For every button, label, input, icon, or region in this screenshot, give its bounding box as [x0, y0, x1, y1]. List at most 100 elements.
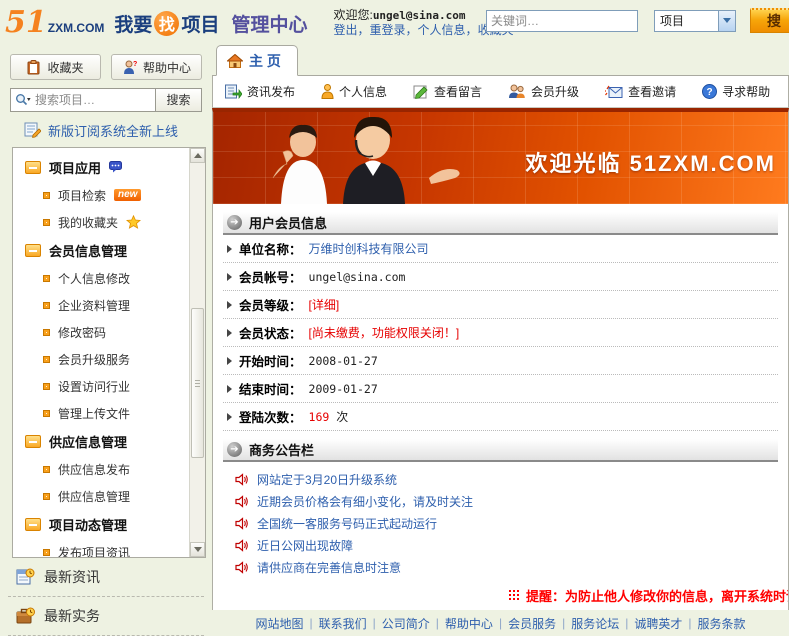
menu-group-member-info[interactable]: 会员信息管理: [13, 236, 189, 265]
logout-link[interactable]: 登出: [333, 23, 357, 37]
latest-practice-button[interactable]: 最新实务: [0, 597, 212, 632]
toolbar-personal-info[interactable]: 个人信息: [321, 83, 387, 100]
latest-news-button[interactable]: 最新资讯: [0, 558, 212, 593]
search-icon: [15, 93, 31, 107]
sidebar-item-manage-uploads[interactable]: 管理上传文件: [13, 400, 189, 427]
folder-icon: [25, 518, 41, 531]
message-pencil-icon: [413, 84, 429, 99]
main-area: 主 页 首页|资讯|项目|实务|论坛 资讯发布 个人信息 查看留言: [212, 46, 789, 636]
footer-help[interactable]: 帮助中心: [445, 615, 493, 632]
sidebar-search-button[interactable]: 搜索: [156, 88, 202, 112]
help-center-button[interactable]: ? 帮助中心: [111, 54, 202, 80]
sidebar-item-upgrade-service[interactable]: 会员升级服务: [13, 346, 189, 373]
announcement-link[interactable]: 近期会员价格会有细小变化，请及时关注: [223, 490, 778, 512]
announcement-link[interactable]: 近日公网出现故障: [223, 534, 778, 556]
banner-photo: [243, 108, 473, 204]
member-center-page: 51 ZXM.COM 我要 找 项目 管理中心 欢迎您:ungel@sina.c…: [0, 0, 789, 636]
company-name-link[interactable]: 万维时创科技有限公司: [309, 240, 429, 257]
sidebar-search: 搜索: [10, 88, 202, 112]
sidebar-item-company-data[interactable]: 企业资料管理: [13, 292, 189, 319]
row-company-name: 单位名称： 万维时创科技有限公司: [223, 235, 778, 263]
row-member-status: 会员状态： [尚未缴费，功能权限关闭！]: [223, 319, 778, 347]
footer-terms[interactable]: 服务条款: [697, 615, 745, 632]
header-search: 项目 搜 索: [486, 8, 789, 33]
search-category-select[interactable]: 项目: [654, 10, 736, 32]
row-member-account: 会员帐号： ungel@sina.com: [223, 263, 778, 291]
toolbar-member-upgrade[interactable]: 会员升级: [508, 83, 579, 100]
header-search-button[interactable]: 搜 索: [750, 8, 789, 33]
triangle-bullet-icon: [227, 357, 232, 365]
bullet-icon: [43, 493, 50, 500]
menu-group-project-apps[interactable]: 项目应用: [13, 153, 189, 182]
footer-sitemap[interactable]: 网站地图: [256, 615, 304, 632]
speech-bubble-icon: [109, 161, 123, 173]
members-icon: [508, 84, 526, 99]
sidebar-menu-panel: 项目应用 项目检索new 我的收藏夹 会员信息管理 个人信息修改 企业资料管理 …: [12, 147, 206, 558]
site-logo[interactable]: 51 ZXM.COM 我要 找 项目 管理中心: [5, 8, 307, 38]
footer-contact[interactable]: 联系我们: [319, 615, 367, 632]
announcement-link[interactable]: 请供应商在完善信息时注意: [223, 556, 778, 578]
tab-home[interactable]: 主 页: [216, 45, 298, 76]
member-level-detail-link[interactable]: [详细]: [309, 296, 340, 313]
footer-jobs[interactable]: 诚聘英才: [634, 615, 682, 632]
footer: 网站地图|联系我们|公司简介|帮助中心|会员服务|服务论坛|诚聘英才|服务条款: [212, 610, 789, 636]
sidebar-scrollbar[interactable]: [189, 148, 205, 557]
menu-group-project-news[interactable]: 项目动态管理: [13, 510, 189, 539]
news-clock-icon: [16, 568, 35, 586]
toolbar-news-publish[interactable]: 资讯发布: [225, 83, 295, 100]
relogin-link[interactable]: 重登录: [370, 23, 406, 37]
profile-link[interactable]: 个人信息: [418, 23, 466, 37]
person-icon: [321, 84, 334, 99]
section-business-board: ➔ 商务公告栏: [223, 439, 778, 462]
row-login-count: 登陆次数： 169 次: [223, 403, 778, 431]
speaker-icon: [235, 517, 248, 530]
bullet-icon: [43, 275, 50, 282]
sidebar-item-change-password[interactable]: 修改密码: [13, 319, 189, 346]
sidebar-menu: 项目应用 项目检索new 我的收藏夹 会员信息管理 个人信息修改 企业资料管理 …: [13, 148, 189, 557]
sidebar-item-supply-publish[interactable]: 供应信息发布: [13, 456, 189, 483]
section-user-info: ➔ 用户会员信息: [223, 212, 778, 235]
project-search-input[interactable]: [35, 93, 151, 107]
business-board: ➔ 商务公告栏 网站定于3月20日升级系统 近期会员价格会有细小变化，请及时关注: [223, 439, 778, 605]
login-count-suffix: 次: [336, 408, 348, 425]
sidebar-quick-buttons: 收藏夹 ? 帮助中心: [0, 54, 212, 80]
menu-group-supply-info[interactable]: 供应信息管理: [13, 427, 189, 456]
subscription-notice-link[interactable]: 新版订阅系统全新上线: [48, 121, 178, 140]
briefcase-clock-icon: [16, 607, 35, 625]
arrow-circle-icon: ➔: [227, 442, 242, 457]
sidebar-item-publish-news[interactable]: 发布项目资讯: [13, 539, 189, 557]
chevron-down-icon: [718, 11, 735, 31]
banner-text: 欢迎光临 51ZXM.COM: [526, 146, 776, 178]
start-date-value: 2008-01-27: [309, 354, 378, 368]
scroll-thumb[interactable]: [191, 308, 204, 458]
footer-about[interactable]: 公司简介: [382, 615, 430, 632]
toolbar-view-invites[interactable]: 查看邀请: [605, 83, 676, 100]
toolbar-seek-help[interactable]: ? 寻求帮助: [702, 83, 770, 100]
logo-domain: ZXM.COM: [48, 21, 105, 35]
footer-forum[interactable]: 服务论坛: [571, 615, 619, 632]
announcement-link[interactable]: 全国统一客服务号码正式起动运行: [223, 512, 778, 534]
logo-zhao-badge: 找: [154, 11, 179, 36]
favorites-button[interactable]: 收藏夹: [10, 54, 101, 80]
sidebar-item-edit-profile[interactable]: 个人信息修改: [13, 265, 189, 292]
clipboard-icon: [27, 60, 41, 75]
keyword-input[interactable]: [486, 10, 638, 32]
tab-bar: 主 页 首页|资讯|项目|实务|论坛: [212, 46, 789, 76]
svg-text:?: ?: [133, 61, 137, 68]
question-icon: ?: [702, 84, 717, 99]
sidebar-item-industry-access[interactable]: 设置访问行业: [13, 373, 189, 400]
folder-icon: [25, 244, 41, 257]
sidebar-item-my-favorites[interactable]: 我的收藏夹: [13, 209, 189, 236]
announcement-link[interactable]: 网站定于3月20日升级系统: [223, 468, 778, 490]
logo-slogan-pre: 我要: [114, 10, 152, 37]
sidebar-item-project-search[interactable]: 项目检索new: [13, 182, 189, 209]
toolbar-view-messages[interactable]: 查看留言: [413, 83, 482, 100]
footer-member-service[interactable]: 会员服务: [508, 615, 556, 632]
sidebar-item-supply-manage[interactable]: 供应信息管理: [13, 483, 189, 510]
scroll-down-button[interactable]: [190, 542, 205, 557]
logo-slogan-post: 项目: [181, 10, 219, 37]
bullet-icon: [43, 549, 50, 556]
scroll-up-button[interactable]: [190, 148, 205, 163]
triangle-bullet-icon: [227, 329, 232, 337]
bullet-icon: [43, 383, 50, 390]
